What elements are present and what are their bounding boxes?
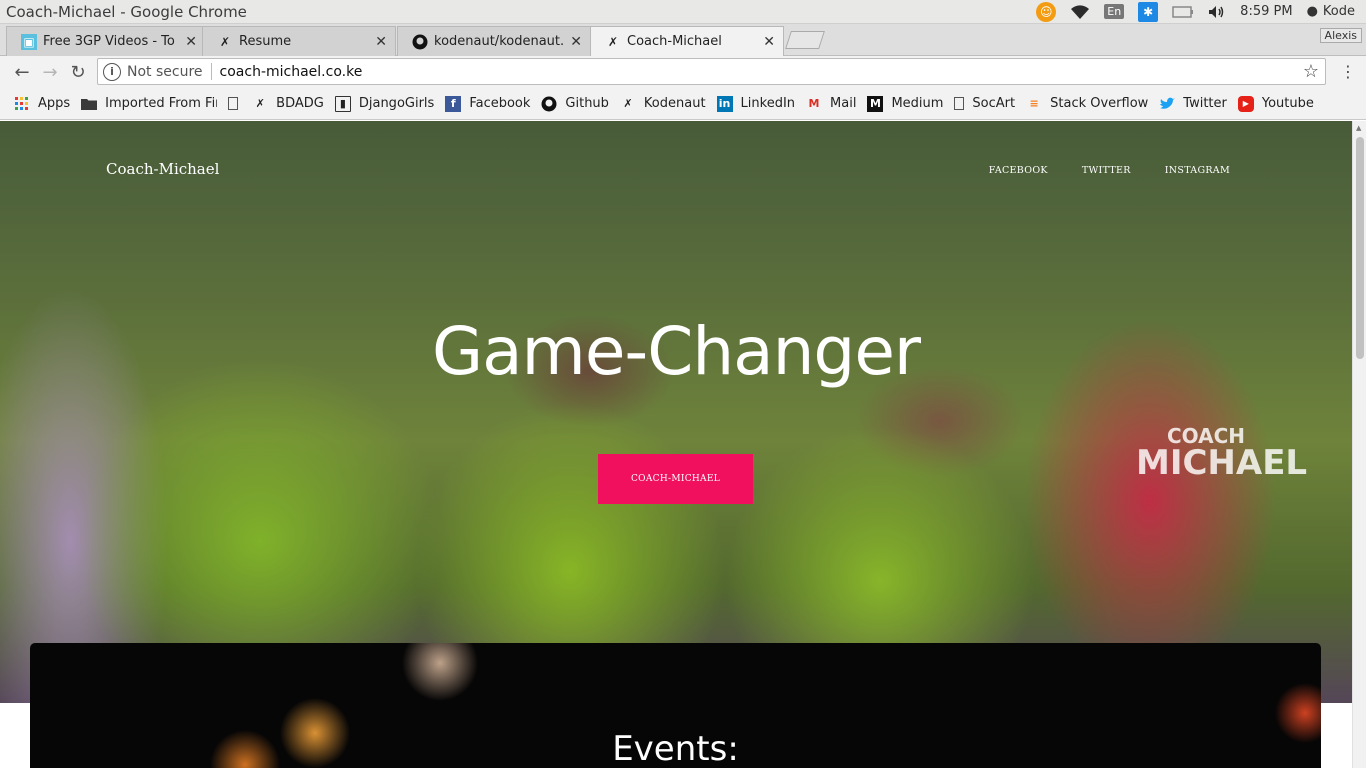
new-tab-button[interactable]: [785, 31, 825, 49]
wifi-icon[interactable]: [1063, 0, 1097, 24]
coach-shirt-lettering: COACH MICHAEL: [1136, 424, 1308, 483]
video-site-icon: ▣: [21, 33, 37, 50]
bookmark-youtube[interactable]: ▶ Youtube: [1237, 95, 1314, 112]
bookmark-kodenaut[interactable]: ✗ Kodenaut: [620, 96, 705, 112]
info-icon[interactable]: i: [103, 62, 121, 81]
kodenaut-icon: ✗: [219, 34, 231, 49]
scroll-thumb[interactable]: [1356, 137, 1364, 359]
hero-section: COACH MICHAEL Coach-Michael FACEBOOK TWI…: [0, 121, 1352, 703]
close-tab-icon[interactable]: ✕: [375, 34, 387, 50]
github-icon: [541, 96, 557, 112]
volume-icon[interactable]: [1201, 0, 1233, 24]
apps-grid-icon: [14, 96, 30, 112]
kodenaut-icon: ✗: [623, 97, 633, 110]
github-icon: [412, 34, 428, 50]
bookmark-mail[interactable]: M Mail: [806, 96, 857, 112]
bookmarks-bar: Apps Imported From Fir ✗ BDADG ▮ DjangoG…: [0, 88, 1366, 120]
coach-michael-button[interactable]: COACH-MICHAEL: [598, 454, 753, 504]
bookmark-socart[interactable]: SocArt: [954, 96, 1015, 111]
site-brand[interactable]: Coach-Michael: [106, 160, 219, 178]
security-label[interactable]: Not secure: [127, 64, 203, 80]
bookmark-star-icon[interactable]: ☆: [1303, 61, 1319, 82]
bookmark-apps[interactable]: Apps: [14, 96, 70, 112]
apple-icon: ●: [1306, 4, 1318, 19]
address-bar[interactable]: i Not secure coach-michael.co.ke ☆: [97, 58, 1326, 85]
nav-instagram-link[interactable]: INSTAGRAM: [1165, 165, 1230, 176]
gmail-icon: M: [808, 97, 820, 110]
tab-strip: ▣ Free 3GP Videos - To ✕ ✗ Resume ✕ kode…: [0, 24, 1366, 56]
update-notifier-icon[interactable]: ☺: [1029, 0, 1063, 24]
chrome-menu-icon[interactable]: ⋮: [1340, 62, 1356, 81]
keyboard-language-indicator[interactable]: En: [1097, 0, 1131, 24]
page-scrollbar[interactable]: ▲: [1352, 121, 1366, 768]
page-icon: [954, 97, 965, 110]
medium-icon: M: [867, 95, 884, 112]
events-panel: Events:: [30, 643, 1321, 768]
page-viewport: COACH MICHAEL Coach-Michael FACEBOOK TWI…: [0, 121, 1352, 768]
omnibox-divider: [210, 63, 212, 80]
book-icon: ▮: [334, 95, 351, 112]
bluetooth-icon[interactable]: ✱: [1131, 0, 1165, 24]
back-button[interactable]: ←: [8, 62, 36, 83]
bookmark-github[interactable]: Github: [541, 96, 609, 112]
navigation-bar: ← → ↻ i Not secure coach-michael.co.ke ☆…: [0, 56, 1366, 88]
forward-button[interactable]: →: [36, 62, 64, 83]
scroll-up-arrow-icon[interactable]: ▲: [1356, 124, 1361, 132]
bookmark-twitter[interactable]: Twitter: [1159, 96, 1227, 112]
clock[interactable]: 8:59 PM: [1233, 0, 1299, 24]
system-tray: ☺ En ✱ 8:59 PM ● Kode: [1029, 0, 1366, 24]
bookmark-djangogirls[interactable]: ▮ DjangoGirls: [334, 95, 434, 112]
kodenaut-icon: ✗: [607, 34, 619, 49]
folder-icon: [81, 96, 98, 112]
tab-free-3gp-videos[interactable]: ▣ Free 3GP Videos - To ✕: [6, 26, 206, 56]
hero-headline: Game-Changer: [431, 313, 921, 390]
nav-twitter-link[interactable]: TWITTER: [1082, 165, 1131, 176]
user-name: Kode: [1322, 4, 1355, 19]
reload-button[interactable]: ↻: [64, 62, 92, 83]
tab-github-kodenaut[interactable]: kodenaut/kodenaut.g ✕: [397, 26, 591, 56]
window-title: Coach-Michael - Google Chrome: [6, 2, 247, 21]
events-heading: Events:: [612, 729, 739, 768]
bookmark-bdadg[interactable]: ✗ BDADG: [228, 96, 324, 112]
facebook-icon: f: [445, 95, 462, 112]
site-nav: FACEBOOK TWITTER INSTAGRAM: [989, 165, 1230, 176]
page-icon: [228, 97, 239, 110]
bookmark-imported-folder[interactable]: Imported From Fir: [81, 96, 217, 112]
tab-coach-michael[interactable]: ✗ Coach-Michael ✕: [590, 26, 784, 56]
youtube-icon: ▶: [1237, 95, 1254, 112]
url-text[interactable]: coach-michael.co.ke: [220, 64, 1303, 80]
tab-resume[interactable]: ✗ Resume ✕: [202, 26, 396, 56]
close-tab-icon[interactable]: ✕: [185, 34, 197, 50]
close-tab-icon[interactable]: ✕: [763, 34, 775, 50]
bookmark-facebook[interactable]: f Facebook: [445, 95, 530, 112]
user-menu[interactable]: ● Kode: [1300, 0, 1362, 24]
twitter-icon: [1159, 96, 1176, 112]
profile-button[interactable]: Alexis: [1319, 28, 1362, 43]
linkedin-icon: in: [716, 95, 733, 112]
bookmark-stack-overflow[interactable]: ≡ Stack Overflow: [1026, 96, 1149, 112]
bookmark-medium[interactable]: M Medium: [867, 95, 943, 112]
hero-background-photo: [0, 121, 1352, 703]
battery-icon[interactable]: [1165, 0, 1201, 24]
nav-facebook-link[interactable]: FACEBOOK: [989, 165, 1048, 176]
bookmark-linkedin[interactable]: in LinkedIn: [716, 95, 795, 112]
stackoverflow-icon: ≡: [1029, 97, 1039, 110]
close-tab-icon[interactable]: ✕: [570, 34, 582, 50]
kodenaut-icon: ✗: [255, 97, 265, 110]
os-top-bar: Coach-Michael - Google Chrome ☺ En ✱ 8:5…: [0, 0, 1366, 24]
